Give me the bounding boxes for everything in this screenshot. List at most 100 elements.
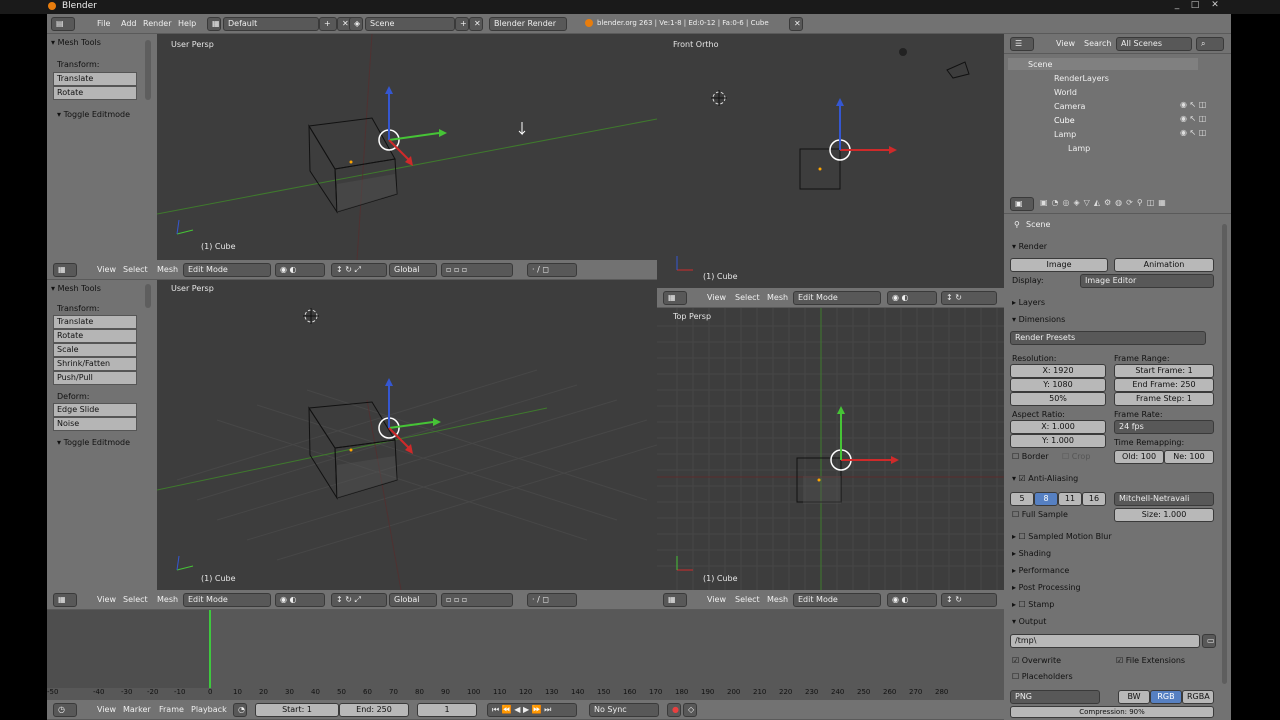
search-icon[interactable]: ⌕ xyxy=(1196,37,1224,51)
scene-remove-button[interactable]: ✕ xyxy=(469,17,483,31)
menu-add[interactable]: Add xyxy=(121,19,137,28)
performance-panel-header[interactable]: ▸ Performance xyxy=(1012,566,1069,575)
outliner-filter-select[interactable]: All Scenes xyxy=(1116,37,1192,51)
viewport-top-left[interactable]: User Persp (1) Cube xyxy=(157,34,657,260)
render-engine-select[interactable]: Blender Render xyxy=(489,17,567,31)
display-select[interactable]: Image Editor xyxy=(1080,274,1214,288)
manipulator-buttons[interactable]: ↕ ↻ ⤢ xyxy=(331,263,387,277)
motion-blur-panel-header[interactable]: ▸ ☐ Sampled Motion Blur xyxy=(1012,532,1112,541)
frame-step-field[interactable]: Frame Step: 1 xyxy=(1114,392,1214,406)
shading-select[interactable]: ◉ ◐ xyxy=(275,593,325,607)
menu-frame[interactable]: Frame xyxy=(159,705,184,714)
menu-select[interactable]: Select xyxy=(123,265,148,274)
playback-controls[interactable]: ⏮ ⏪ ◀ ▶ ⏩ ⏭ xyxy=(487,703,577,717)
crop-checkbox[interactable]: ☐ Crop xyxy=(1062,452,1090,461)
editor-type-icon[interactable]: ▦ xyxy=(53,263,77,277)
menu-file[interactable]: File xyxy=(97,19,110,28)
menu-help[interactable]: Help xyxy=(178,19,196,28)
noise-button[interactable]: Noise xyxy=(53,417,137,431)
record-button[interactable]: ● xyxy=(667,703,681,717)
visibility-eye-icon[interactable]: ◉ ↖ ◫ xyxy=(1180,114,1206,123)
menu-select[interactable]: Select xyxy=(123,595,148,604)
menu-mesh[interactable]: Mesh xyxy=(157,265,178,274)
layout-icon[interactable]: ▦ xyxy=(207,17,221,31)
toggle-editmode[interactable]: ▾ Toggle Editmode xyxy=(57,110,130,119)
shrink-fatten-button[interactable]: Shrink/Fatten xyxy=(53,357,137,371)
outliner-item-scene[interactable]: Scene xyxy=(1028,60,1052,69)
editor-type-icon[interactable]: ▦ xyxy=(53,593,77,607)
toggle-editmode[interactable]: ▾ Toggle Editmode xyxy=(57,438,130,447)
current-frame-field[interactable]: 1 xyxy=(417,703,477,717)
select-mode-buttons[interactable]: · / ◻ xyxy=(527,263,577,277)
render-panel-header[interactable]: ▾ Render xyxy=(1012,242,1047,251)
aa-size-field[interactable]: Size: 1.000 xyxy=(1114,508,1214,522)
menu-view[interactable]: View xyxy=(707,293,726,302)
mode-select[interactable]: Edit Mode xyxy=(183,593,271,607)
menu-search[interactable]: Search xyxy=(1084,39,1111,48)
aa-samples-16[interactable]: 16 xyxy=(1082,492,1106,506)
end-frame-field[interactable]: End Frame: 250 xyxy=(1114,378,1214,392)
maximize-button[interactable]: □ xyxy=(1186,0,1204,12)
menu-view[interactable]: View xyxy=(707,595,726,604)
visibility-eye-icon[interactable]: ◉ ↖ ◫ xyxy=(1180,128,1206,137)
editor-type-icon[interactable]: ▦ xyxy=(663,291,687,305)
output-path-field[interactable]: /tmp\ xyxy=(1010,634,1200,648)
outliner-item-camera[interactable]: Camera xyxy=(1054,102,1085,111)
aspect-y-field[interactable]: Y: 1.000 xyxy=(1010,434,1106,448)
post-processing-panel-header[interactable]: ▸ Post Processing xyxy=(1012,583,1081,592)
rotate-button[interactable]: Rotate xyxy=(53,86,137,100)
menu-view[interactable]: View xyxy=(97,595,116,604)
context-tabs[interactable]: ▣◔◎◈▽◭⚙◍⟳⚲◫▦ xyxy=(1040,198,1170,207)
mode-select[interactable]: Edit Mode xyxy=(793,291,881,305)
menu-select[interactable]: Select xyxy=(735,595,760,604)
border-checkbox[interactable]: ☐ Border xyxy=(1012,452,1049,461)
menu-mesh[interactable]: Mesh xyxy=(767,595,788,604)
overwrite-checkbox[interactable]: ☑ Overwrite xyxy=(1012,656,1061,665)
color-mode-rgb[interactable]: RGB xyxy=(1150,690,1182,704)
end-frame-field[interactable]: End: 250 xyxy=(339,703,409,717)
aa-samples-8[interactable]: 8 xyxy=(1034,492,1058,506)
start-frame-field[interactable]: Start: 1 xyxy=(255,703,339,717)
layers-panel-header[interactable]: ▸ Layers xyxy=(1012,298,1045,307)
outliner-item-lamp-data[interactable]: Lamp xyxy=(1068,144,1090,153)
folder-icon[interactable]: ▭ xyxy=(1202,634,1216,648)
outliner-item-lamp[interactable]: Lamp xyxy=(1054,130,1076,139)
orientation-select[interactable]: Global xyxy=(389,263,437,277)
frame-rate-select[interactable]: 24 fps xyxy=(1114,420,1214,434)
close-button[interactable]: ✕ xyxy=(1206,0,1224,12)
compression-slider[interactable]: Compression: 90% xyxy=(1010,706,1214,718)
manipulator-buttons[interactable]: ↕ ↻ xyxy=(941,593,997,607)
outliner-item-cube[interactable]: Cube xyxy=(1054,116,1075,125)
aspect-x-field[interactable]: X: 1.000 xyxy=(1010,420,1106,434)
manipulator-buttons[interactable]: ↕ ↻ ⤢ xyxy=(331,593,387,607)
full-sample-checkbox[interactable]: ☐ Full Sample xyxy=(1012,510,1068,519)
timeline-editor[interactable]: -50 -40 -30 -20 -10 0 10 20 30 40 50 60 … xyxy=(47,610,1004,700)
stamp-panel-header[interactable]: ▸ ☐ Stamp xyxy=(1012,600,1054,609)
file-extensions-checkbox[interactable]: ☑ File Extensions xyxy=(1116,656,1185,665)
mode-select[interactable]: Edit Mode xyxy=(793,593,881,607)
aa-samples-5[interactable]: 5 xyxy=(1010,492,1034,506)
resolution-x-field[interactable]: X: 1920 xyxy=(1010,364,1106,378)
color-mode-rgba[interactable]: RGBA xyxy=(1182,690,1214,704)
viewport-top-right[interactable]: Front Ortho (1) Cube xyxy=(657,34,1004,288)
viewport-bottom-left[interactable]: User Persp (1) Cube xyxy=(157,280,657,590)
scene-select[interactable]: Scene xyxy=(365,17,455,31)
dimensions-panel-header[interactable]: ▾ Dimensions xyxy=(1012,315,1065,324)
editor-type-icon[interactable]: ◷ xyxy=(53,703,77,717)
aa-samples-11[interactable]: 11 xyxy=(1058,492,1082,506)
layout-add-button[interactable]: + xyxy=(319,17,337,31)
placeholders-checkbox[interactable]: ☐ Placeholders xyxy=(1012,672,1073,681)
edge-slide-button[interactable]: Edge Slide xyxy=(53,403,137,417)
shading-select[interactable]: ◉ ◐ xyxy=(887,291,937,305)
render-presets-select[interactable]: Render Presets xyxy=(1010,331,1206,345)
keying-set-icon[interactable]: ◇ xyxy=(683,703,697,717)
editor-type-icon[interactable]: ▤ xyxy=(51,17,75,31)
color-mode-bw[interactable]: BW xyxy=(1118,690,1150,704)
select-mode-buttons[interactable]: · / ◻ xyxy=(527,593,577,607)
outliner-item-world[interactable]: World xyxy=(1054,88,1077,97)
tool-shelf-scrollbar[interactable] xyxy=(145,40,151,100)
editor-type-icon[interactable]: ▦ xyxy=(663,593,687,607)
menu-mesh[interactable]: Mesh xyxy=(767,293,788,302)
menu-render[interactable]: Render xyxy=(143,19,171,28)
time-remap-new-field[interactable]: Ne: 100 xyxy=(1164,450,1214,464)
